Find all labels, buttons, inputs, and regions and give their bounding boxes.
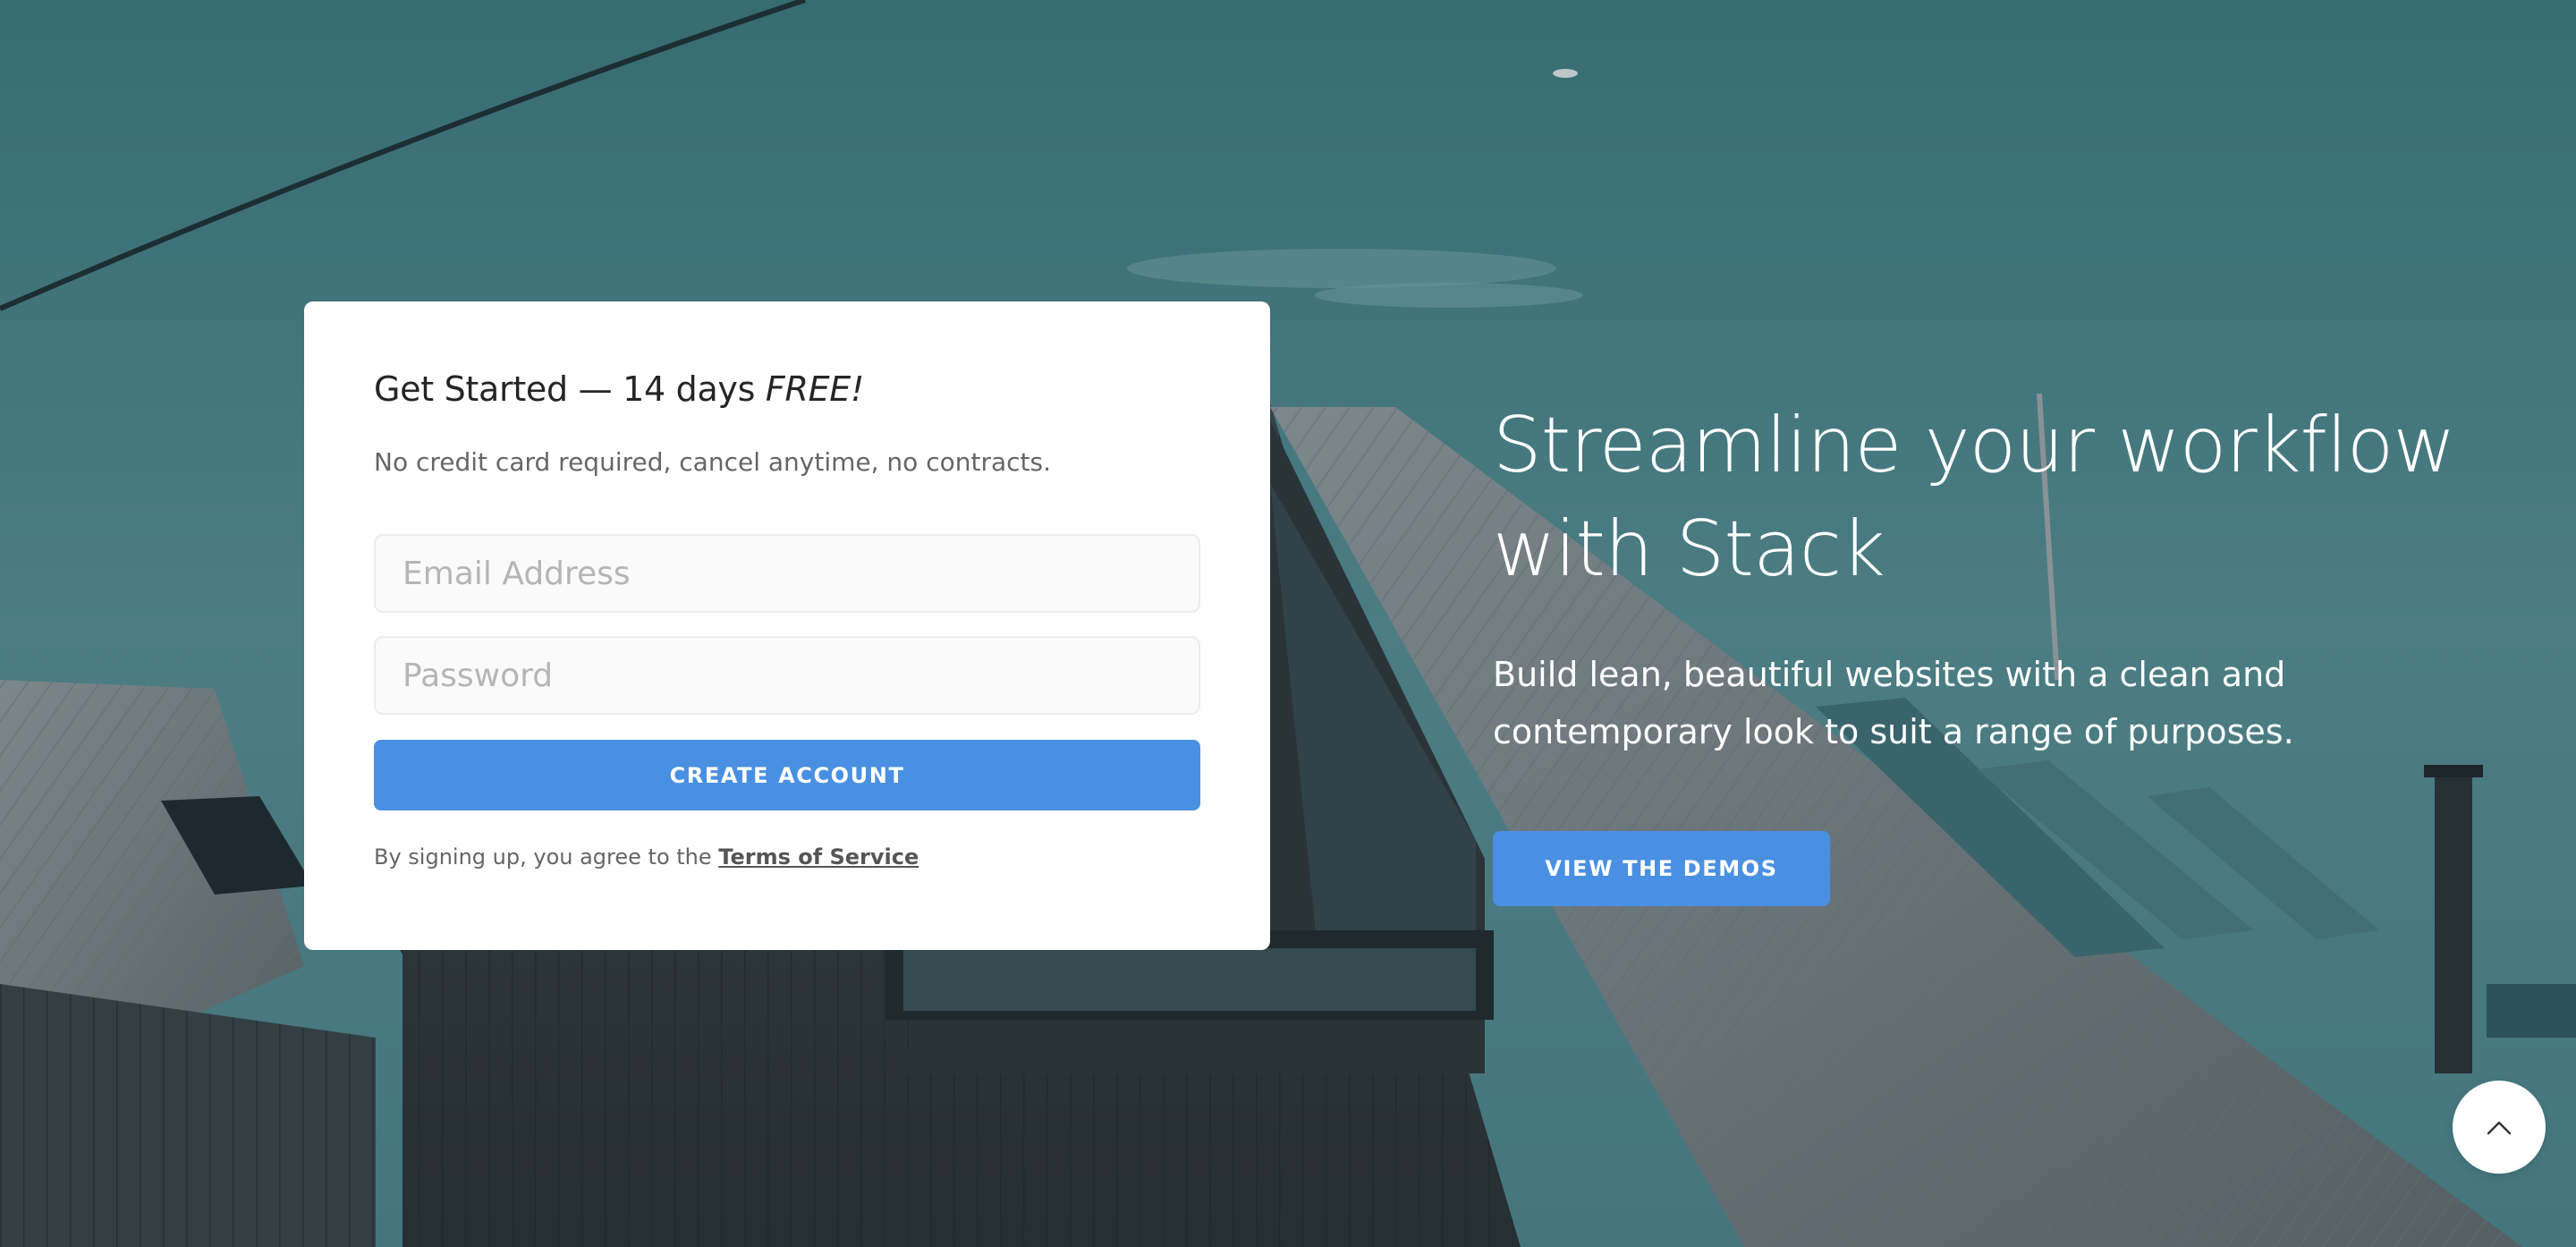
terms-notice: By signing up, you agree to the Terms of… <box>374 844 919 870</box>
signup-card: Get Started — 14 days FREE! No credit ca… <box>304 301 1270 950</box>
signup-subtitle: No credit card required, cancel anytime,… <box>374 447 1051 477</box>
terms-of-service-link[interactable]: Terms of Service <box>718 844 919 870</box>
hero-section: Get Started — 14 days FREE! No credit ca… <box>0 0 2576 1247</box>
signup-title: Get Started — 14 days FREE! <box>374 369 864 409</box>
back-to-top-button[interactable] <box>2453 1081 2546 1174</box>
create-account-button[interactable]: CREATE ACCOUNT <box>374 740 1200 810</box>
hero-headline: Streamline your workflow with Stack <box>1493 401 2456 594</box>
signup-title-free: FREE! <box>765 369 864 409</box>
password-input[interactable] <box>374 636 1200 715</box>
email-input[interactable] <box>374 534 1200 613</box>
signup-title-main: Get Started — 14 days <box>374 369 766 409</box>
view-demos-button[interactable]: VIEW THE DEMOS <box>1493 831 1830 906</box>
terms-prefix: By signing up, you agree to the <box>374 844 719 870</box>
chevron-up-icon <box>2487 1121 2512 1135</box>
hero-lead: Build lean, beautiful websites with a cl… <box>1493 655 2294 751</box>
